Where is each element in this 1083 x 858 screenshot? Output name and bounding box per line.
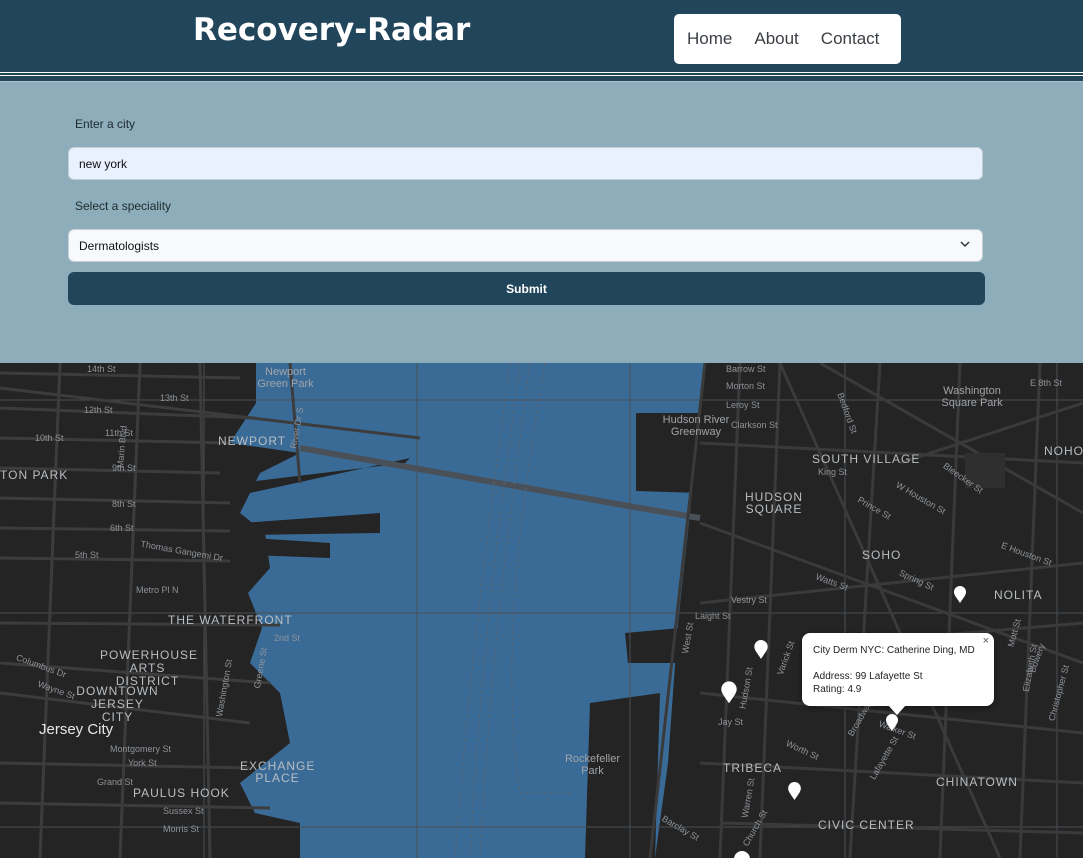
label-nolita: NOLITA xyxy=(994,588,1043,602)
brand-title[interactable]: Recovery-Radar xyxy=(193,12,470,48)
street-10th: 10th St xyxy=(35,433,64,443)
search-form: Enter a city new york Select a specialit… xyxy=(0,81,1083,364)
city-input[interactable]: new york xyxy=(68,147,983,180)
label-chinatown: CHINATOWN xyxy=(936,775,1018,789)
map-marker[interactable] xyxy=(753,640,769,660)
map-marker[interactable] xyxy=(720,681,738,705)
map-marker[interactable] xyxy=(732,851,752,858)
label-rockefeller-park: Rockefeller Park xyxy=(564,753,621,777)
divider xyxy=(0,72,1083,73)
submit-button[interactable]: Submit xyxy=(68,272,985,305)
nav-home[interactable]: Home xyxy=(687,29,732,49)
label-soho: SOHO xyxy=(862,548,902,562)
street-morris: Morris St xyxy=(163,824,199,834)
street-jay: Jay St xyxy=(718,717,744,727)
info-address: Address: 99 Lafayette St xyxy=(813,671,923,682)
top-navbar: Recovery-Radar Home About Contact xyxy=(0,0,1083,72)
street-5th: 5th St xyxy=(75,550,99,560)
speciality-selected-value: Dermatologists xyxy=(79,238,160,253)
street-sussex: Sussex St xyxy=(163,806,204,816)
street-barrow: Barrow St xyxy=(726,364,766,374)
street-grand: Grand St xyxy=(97,777,134,787)
nav-about[interactable]: About xyxy=(754,29,798,49)
street-13th: 13th St xyxy=(160,393,189,403)
label-ton-park: TON PARK xyxy=(0,468,69,482)
label-newport-green-park: Newport Green Park xyxy=(257,366,314,390)
street-king: King St xyxy=(818,467,848,477)
info-window-tip xyxy=(888,705,906,715)
label-noho: NOHO xyxy=(1044,444,1083,458)
city-label: Enter a city xyxy=(75,117,136,131)
speciality-select[interactable]: Dermatologists xyxy=(68,229,983,262)
divider xyxy=(0,75,1083,76)
map-canvas xyxy=(0,363,1083,858)
street-leroy: Leroy St xyxy=(726,400,760,410)
nav-links: Home About Contact xyxy=(674,14,901,64)
map-view[interactable]: NEWPORT TON PARK THE WATERFRONT POWERHOU… xyxy=(0,363,1083,858)
street-morton: Morton St xyxy=(726,381,766,391)
street-12th: 12th St xyxy=(84,405,113,415)
map-marker[interactable] xyxy=(953,586,967,604)
label-waterfront: THE WATERFRONT xyxy=(168,613,293,627)
label-civic-center: CIVIC CENTER xyxy=(818,818,915,832)
label-newport: NEWPORT xyxy=(218,434,287,448)
street-6th: 6th St xyxy=(110,523,134,533)
nav-contact[interactable]: Contact xyxy=(821,29,880,49)
close-icon[interactable]: × xyxy=(983,635,989,647)
street-york: York St xyxy=(128,758,157,768)
street-laight: Laight St xyxy=(695,611,731,621)
map-marker[interactable] xyxy=(787,782,802,801)
label-exchange-place: EXCHANGE PLACE xyxy=(240,759,316,785)
label-south-village: SOUTH VILLAGE xyxy=(812,452,921,466)
street-8th: 8th St xyxy=(112,499,136,509)
street-e-8th: E 8th St xyxy=(1030,378,1063,388)
speciality-label: Select a speciality xyxy=(75,199,172,213)
street-montgomery: Montgomery St xyxy=(110,744,172,754)
street-2nd: 2nd St xyxy=(274,633,301,643)
street-vestry: Vestry St xyxy=(731,595,768,605)
street-clarkson: Clarkson St xyxy=(731,420,778,430)
label-hudson-square: HUDSON SQUARE xyxy=(744,490,803,516)
label-paulus-hook: PAULUS HOOK xyxy=(133,786,230,800)
info-window: City Derm NYC: Catherine Ding, MD Addres… xyxy=(802,633,994,715)
chevron-down-icon xyxy=(960,241,970,248)
street-14th: 14th St xyxy=(87,364,116,374)
street-metro-pl: Metro Pl N xyxy=(136,585,179,595)
info-rating: Rating: 4.9 xyxy=(813,684,862,695)
map-marker[interactable] xyxy=(885,714,899,732)
label-hudson-river-greenway: Hudson River Greenway xyxy=(662,414,730,438)
label-washington-square-park: Washington Square Park xyxy=(941,385,1003,409)
label-jersey-city: Jersey City xyxy=(39,721,114,738)
label-downtown-jc: DOWNTOWN JERSEY CITY xyxy=(76,684,159,724)
label-powerhouse: POWERHOUSE ARTS DISTRICT xyxy=(100,648,199,688)
label-tribeca: TRIBECA xyxy=(723,761,783,775)
info-title: City Derm NYC: Catherine Ding, MD xyxy=(813,645,975,656)
